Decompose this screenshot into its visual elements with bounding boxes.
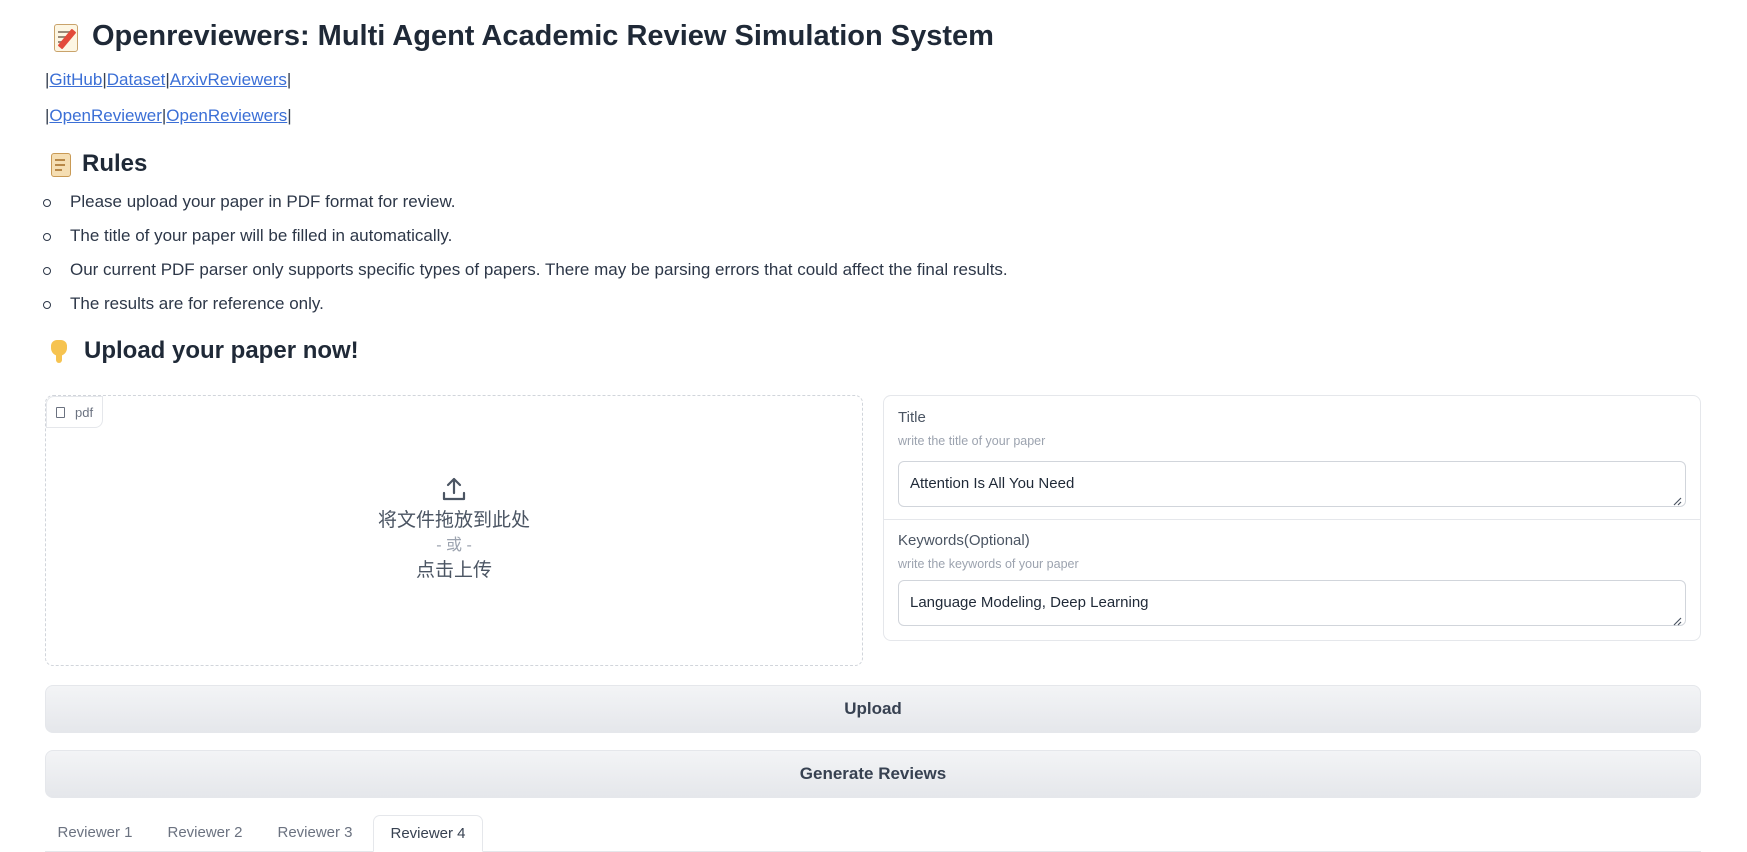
openreviewers-link[interactable]: OpenReviewers: [166, 106, 287, 125]
dataset-link[interactable]: Dataset: [107, 70, 166, 89]
tab-reviewer-2[interactable]: Reviewer 2: [160, 815, 250, 850]
arxivreviewers-link[interactable]: ArxivReviewers: [170, 70, 287, 89]
links-row-1: |GitHub|Dataset|ArxivReviewers|: [45, 70, 291, 90]
link-separator: |: [287, 106, 292, 125]
page-title: Openreviewers: Multi Agent Academic Revi…: [92, 20, 994, 52]
rule-text: The results are for reference only.: [70, 294, 324, 313]
rules-header: Rules: [48, 150, 147, 178]
resize-handle-icon[interactable]: [1673, 617, 1682, 626]
pointing-down-hand-icon: [48, 338, 74, 364]
memo-icon: [50, 22, 80, 52]
upload-button[interactable]: Upload: [45, 685, 1701, 733]
generate-reviews-button[interactable]: Generate Reviews: [45, 750, 1701, 798]
links-row-2: |OpenReviewer|OpenReviewers|: [45, 106, 292, 126]
keywords-label: Keywords(Optional): [898, 532, 1030, 549]
title-info: write the title of your paper: [898, 434, 1046, 448]
rules-heading: Rules: [82, 150, 148, 177]
rule-item: Our current PDF parser only supports spe…: [40, 258, 1008, 292]
or-text: - 或 -: [436, 537, 472, 554]
github-link[interactable]: GitHub: [49, 70, 102, 89]
pdf-dropzone[interactable]: pdf 将文件拖放到此处 - 或 - 点击上传: [45, 395, 863, 666]
tab-reviewer-3[interactable]: Reviewer 3: [270, 815, 360, 850]
drop-text: 将文件拖放到此处: [377, 510, 530, 531]
resize-handle-icon[interactable]: [1673, 497, 1682, 506]
bullet-icon: [43, 199, 51, 207]
rules-list: Please upload your paper in PDF format f…: [40, 190, 1008, 326]
dropzone-prompt: 将文件拖放到此处 - 或 - 点击上传: [46, 476, 862, 585]
link-separator: |: [286, 70, 292, 89]
tab-reviewer-4[interactable]: Reviewer 4: [373, 815, 483, 852]
file-type-label: pdf: [75, 404, 94, 420]
file-type-badge: pdf: [46, 396, 104, 428]
title-field-block: Title write the title of your paper Atte…: [884, 396, 1700, 520]
file-icon: [56, 406, 65, 418]
scroll-icon: [48, 151, 72, 177]
upload-header: Upload your paper now!: [48, 337, 359, 365]
openreviewer-link[interactable]: OpenReviewer: [49, 106, 161, 125]
title-label: Title: [898, 409, 926, 426]
paper-form: Title write the title of your paper Atte…: [883, 395, 1701, 641]
bullet-icon: [43, 233, 51, 241]
rule-item: The results are for reference only.: [40, 292, 1008, 326]
rule-text: The title of your paper will be filled i…: [70, 226, 453, 245]
tab-reviewer-1[interactable]: Reviewer 1: [50, 815, 140, 850]
bullet-icon: [43, 267, 51, 275]
keywords-field-block: Keywords(Optional) write the keywords of…: [884, 519, 1700, 642]
keywords-input[interactable]: Language Modeling, Deep Learning: [898, 580, 1686, 626]
keywords-info: write the keywords of your paper: [898, 557, 1079, 571]
rule-item: Please upload your paper in PDF format f…: [40, 190, 1008, 224]
click-upload-text: 点击上传: [415, 560, 492, 581]
reviewer-tabs: Reviewer 1 Reviewer 2 Reviewer 3 Reviewe…: [45, 815, 1701, 852]
app-page: Openreviewers: Multi Agent Academic Revi…: [0, 0, 1747, 852]
page-header: Openreviewers: Multi Agent Academic Revi…: [50, 20, 994, 53]
bullet-icon: [43, 301, 51, 309]
rule-text: Please upload your paper in PDF format f…: [70, 192, 456, 211]
rule-text: Our current PDF parser only supports spe…: [70, 260, 1008, 279]
upload-heading: Upload your paper now!: [84, 337, 359, 364]
rule-item: The title of your paper will be filled i…: [40, 224, 1008, 258]
upload-icon: [442, 477, 466, 501]
title-input[interactable]: Attention Is All You Need: [898, 461, 1686, 507]
